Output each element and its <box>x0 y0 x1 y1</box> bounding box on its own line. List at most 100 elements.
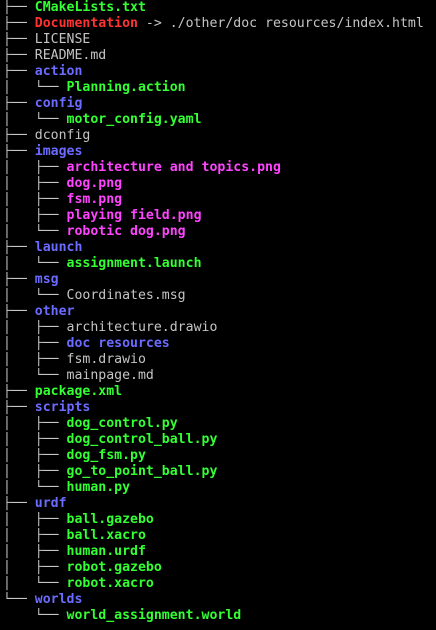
tree-branch-glyph: ├── <box>3 144 35 159</box>
tree-branch-glyph: │ ├── <box>3 544 67 559</box>
tree-line: ├── images <box>3 144 436 160</box>
file-entry: mainpage.md <box>66 368 154 383</box>
file-entry: architecture.drawio <box>66 320 218 335</box>
tree-branch-glyph: │ ├── <box>3 464 67 479</box>
file-entry: assignment.launch <box>66 256 202 271</box>
tree-branch-glyph: │ ├── <box>3 160 67 175</box>
file-entry: ball.gazebo <box>66 512 154 527</box>
file-entry: motor_config.yaml <box>66 112 202 127</box>
tree-line: │ └── motor_config.yaml <box>3 112 436 128</box>
tree-branch-glyph: │ └── <box>3 224 67 239</box>
file-entry: fsm.drawio <box>66 352 146 367</box>
directory-entry: other <box>34 304 75 319</box>
tree-line: │ ├── ball.xacro <box>3 528 436 544</box>
directory-entry: doc resources <box>66 336 170 351</box>
tree-branch-glyph: │ └── <box>3 112 67 127</box>
tree-branch-glyph: │ ├── <box>3 192 67 207</box>
file-entry: go_to_point_ball.py <box>66 464 218 479</box>
tree-line: │ └── human.py <box>3 480 436 496</box>
image-file-entry: fsm.png <box>66 192 123 207</box>
directory-entry: images <box>34 144 83 159</box>
tree-branch-glyph: │ ├── <box>3 416 67 431</box>
symlink-target: -> ./other/doc resources/index.html <box>137 16 424 31</box>
tree-line: ├── package.xml <box>3 384 436 400</box>
file-entry: Planning.action <box>66 80 186 95</box>
tree-branch-glyph: │ └── <box>3 480 67 495</box>
tree-line: │ └── assignment.launch <box>3 256 436 272</box>
tree-line: │ ├── dog_fsm.py <box>3 448 436 464</box>
tree-line: ├── LICENSE <box>3 32 436 48</box>
tree-branch-glyph: │ └── <box>3 256 67 271</box>
file-entry: robot.xacro <box>66 576 154 591</box>
file-entry: human.py <box>66 480 131 495</box>
tree-line: │ ├── doc resources <box>3 336 436 352</box>
tree-branch-glyph: │ ├── <box>3 320 67 335</box>
tree-line: │ ├── human.urdf <box>3 544 436 560</box>
file-entry: dog_control.py <box>66 416 178 431</box>
tree-line: ├── scripts <box>3 400 436 416</box>
tree-line: │ ├── architecture.drawio <box>3 320 436 336</box>
file-entry: LICENSE <box>34 32 91 47</box>
tree-branch-glyph: └── <box>3 592 35 607</box>
tree-branch-glyph: │ ├── <box>3 560 67 575</box>
tree-branch-glyph: │ └── <box>3 288 67 303</box>
tree-line: │ ├── go_to_point_ball.py <box>3 464 436 480</box>
tree-line: │ ├── dog_control_ball.py <box>3 432 436 448</box>
tree-line: │ ├── dog_control.py <box>3 416 436 432</box>
tree-branch-glyph: │ ├── <box>3 336 67 351</box>
tree-line: │ └── robot.xacro <box>3 576 436 592</box>
file-entry: dog_control_ball.py <box>66 432 218 447</box>
file-entry: human.urdf <box>66 544 146 559</box>
tree-branch-glyph: ├── <box>3 400 35 415</box>
tree-line: ├── config <box>3 96 436 112</box>
tree-branch-glyph: ├── <box>3 384 35 399</box>
tree-line: │ ├── architecture and topics.png <box>3 160 436 176</box>
file-entry: ball.xacro <box>66 528 146 543</box>
tree-line: │ └── Planning.action <box>3 80 436 96</box>
tree-branch-glyph: │ └── <box>3 80 67 95</box>
file-entry: Coordinates.msg <box>66 288 186 303</box>
directory-entry: config <box>34 96 83 111</box>
directory-entry: urdf <box>34 496 67 511</box>
tree-branch-glyph: ├── <box>3 16 35 31</box>
tree-branch-glyph: ├── <box>3 240 35 255</box>
tree-branch-glyph: │ └── <box>3 368 67 383</box>
tree-line: │ └── Coordinates.msg <box>3 288 436 304</box>
tree-branch-glyph: └── <box>3 608 67 623</box>
tree-line: │ ├── ball.gazebo <box>3 512 436 528</box>
tree-branch-glyph: │ ├── <box>3 432 67 447</box>
tree-branch-glyph: ├── <box>3 304 35 319</box>
tree-line: │ ├── fsm.png <box>3 192 436 208</box>
tree-branch-glyph: ├── <box>3 496 35 511</box>
tree-branch-glyph: │ ├── <box>3 352 67 367</box>
image-file-entry: playing field.png <box>66 208 202 223</box>
file-entry: README.md <box>34 48 107 63</box>
file-entry: robot.gazebo <box>66 560 162 575</box>
tree-line: │ ├── fsm.drawio <box>3 352 436 368</box>
tree-branch-glyph: ├── <box>3 32 35 47</box>
terminal-output: ├── CMakeLists.txt ├── Documentation -> .… <box>3 0 436 624</box>
image-file-entry: robotic dog.png <box>66 224 186 239</box>
tree-branch-glyph: ├── <box>3 96 35 111</box>
directory-entry: msg <box>34 272 59 287</box>
tree-line: ├── launch <box>3 240 436 256</box>
file-entry: dog_fsm.py <box>66 448 146 463</box>
directory-entry: worlds <box>34 592 83 607</box>
image-file-entry: architecture and topics.png <box>66 160 281 175</box>
tree-line: ├── CMakeLists.txt <box>3 0 436 16</box>
tree-branch-glyph: │ ├── <box>3 528 67 543</box>
tree-branch-glyph: ├── <box>3 64 35 79</box>
tree-line: ├── other <box>3 304 436 320</box>
directory-entry: launch <box>34 240 83 255</box>
tree-line: ├── README.md <box>3 48 436 64</box>
tree-branch-glyph: │ ├── <box>3 176 67 191</box>
tree-line: ├── dconfig <box>3 128 436 144</box>
symlink-entry: Documentation <box>34 16 138 31</box>
tree-branch-glyph: │ ├── <box>3 512 67 527</box>
tree-branch-glyph: ├── <box>3 48 35 63</box>
tree-branch-glyph: │ ├── <box>3 208 67 223</box>
tree-line: ├── Documentation -> ./other/doc resourc… <box>3 16 436 32</box>
tree-line: │ └── robotic dog.png <box>3 224 436 240</box>
tree-branch-glyph: │ ├── <box>3 448 67 463</box>
tree-line: │ ├── dog.png <box>3 176 436 192</box>
